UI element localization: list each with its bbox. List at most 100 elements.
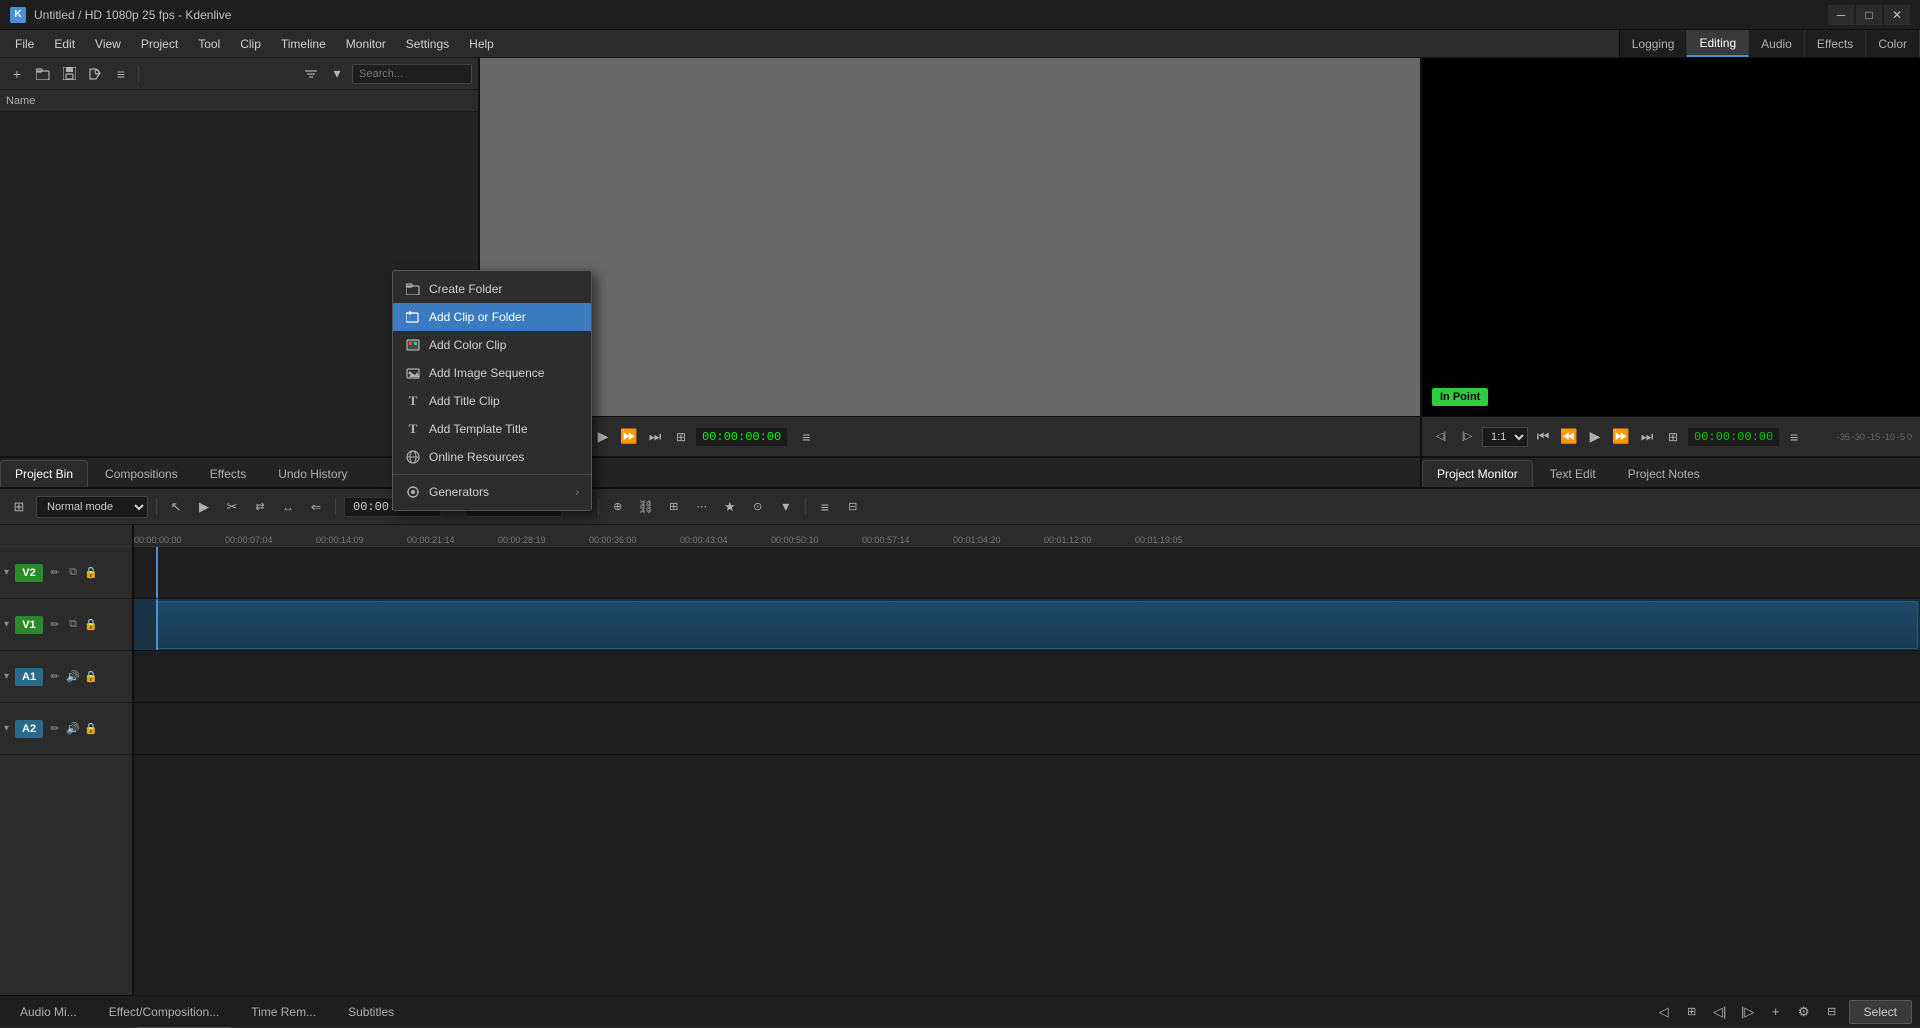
tab-time-remap[interactable]: Time Rem... xyxy=(239,1001,328,1023)
add-clip-button[interactable]: + xyxy=(6,63,28,85)
pm-out-btn[interactable]: |▷ xyxy=(1456,426,1478,448)
tl-select-btn[interactable]: ↖ xyxy=(165,496,187,518)
mode-select[interactable]: Normal mode Overwrite mode Insert mode xyxy=(36,496,148,518)
search-input[interactable] xyxy=(352,64,472,84)
maximize-button[interactable]: □ xyxy=(1856,5,1882,25)
bottom-btn-1[interactable]: ◁ xyxy=(1653,1001,1675,1023)
workspace-audio[interactable]: Audio xyxy=(1749,30,1805,57)
tab-text-edit[interactable]: Text Edit xyxy=(1535,460,1611,487)
a1-lock-btn[interactable]: 🔒 xyxy=(83,669,99,685)
pm-prev-btn[interactable]: ⏮ xyxy=(1532,426,1554,448)
pm-play-btn[interactable]: ▶ xyxy=(1584,426,1606,448)
tl-link-btn[interactable]: ⛓ xyxy=(635,496,657,518)
v1-lock-btn[interactable]: 🔒 xyxy=(83,617,99,633)
a2-lock-btn[interactable]: 🔒 xyxy=(83,721,99,737)
tl-split-btn[interactable]: ⇄ xyxy=(249,496,271,518)
tl-subtitle-btn[interactable]: ⊟ xyxy=(842,496,864,518)
tag-button[interactable] xyxy=(84,63,106,85)
menu-add-title-clip[interactable]: T Add Title Clip xyxy=(393,387,591,415)
v1-clip[interactable] xyxy=(156,601,1918,649)
zoom-select[interactable]: 1:1 1:2 2:1 Fit xyxy=(1482,427,1528,447)
tl-fav-btn[interactable]: ★ xyxy=(719,496,741,518)
close-button[interactable]: ✕ xyxy=(1884,5,1910,25)
menu-add-template-title[interactable]: T Add Template Title xyxy=(393,415,591,443)
menu-add-image-sequence[interactable]: Add Image Sequence xyxy=(393,359,591,387)
workspace-color[interactable]: Color xyxy=(1866,30,1920,57)
tab-effect-composition[interactable]: Effect/Composition... xyxy=(97,1001,232,1023)
open-folder-button[interactable] xyxy=(32,63,54,85)
monitor-next-btn[interactable]: ⏭ xyxy=(644,426,666,448)
tab-project-monitor[interactable]: Project Monitor xyxy=(1422,460,1533,487)
tl-settings-btn[interactable]: ≡ xyxy=(814,496,836,518)
tl-clip-mode-btn[interactable]: ⊞ xyxy=(8,496,30,518)
v1-pencil-btn[interactable]: ✏ xyxy=(47,617,63,633)
tl-cut-btn[interactable]: ✂ xyxy=(221,496,243,518)
workspace-logging[interactable]: Logging xyxy=(1620,30,1688,57)
menu-file[interactable]: File xyxy=(5,33,44,55)
pm-fullscreen-btn[interactable]: ⊞ xyxy=(1662,426,1684,448)
v2-copy-btn[interactable]: ⧉ xyxy=(65,565,81,581)
a2-pencil-btn[interactable]: ✏ xyxy=(47,721,63,737)
pm-fwd-btn[interactable]: ⏩ xyxy=(1610,426,1632,448)
v2-lock-btn[interactable]: 🔒 xyxy=(83,565,99,581)
bottom-btn-7[interactable]: ⊟ xyxy=(1821,1001,1843,1023)
menu-help[interactable]: Help xyxy=(459,33,504,55)
pm-in-btn[interactable]: ◁| xyxy=(1430,426,1452,448)
menu-tool[interactable]: Tool xyxy=(188,33,230,55)
tl-play-btn[interactable]: ▶ xyxy=(193,496,215,518)
menu-add-clip-folder[interactable]: Add Clip or Folder xyxy=(393,303,591,331)
bottom-btn-2[interactable]: ⊞ xyxy=(1681,1001,1703,1023)
menu-add-color-clip[interactable]: Add Color Clip xyxy=(393,331,591,359)
monitor-fwd-btn[interactable]: ⏩ xyxy=(618,426,640,448)
tab-project-bin[interactable]: Project Bin xyxy=(0,460,88,487)
menu-timeline[interactable]: Timeline xyxy=(271,33,336,55)
v1-copy-btn[interactable]: ⧉ xyxy=(65,617,81,633)
v2-pencil-btn[interactable]: ✏ xyxy=(47,565,63,581)
timeline-tracks[interactable]: 00:00:00:00 00:00:07:04 00:00:14:09 00:0… xyxy=(134,525,1920,1019)
filter-arrow-button[interactable]: ▾ xyxy=(326,63,348,85)
menu-clip[interactable]: Clip xyxy=(230,33,271,55)
project-bin-content[interactable]: Create Folder Add Clip or Folder Add Col… xyxy=(0,112,478,456)
tl-spacer-btn[interactable]: ⇐ xyxy=(305,496,327,518)
bottom-btn-5[interactable]: + xyxy=(1765,1001,1787,1023)
workspace-editing[interactable]: Editing xyxy=(1687,30,1749,57)
a2-collapse-arrow[interactable]: ▾ xyxy=(4,723,9,734)
v1-collapse-arrow[interactable]: ▾ xyxy=(4,619,9,630)
save-project-button[interactable] xyxy=(58,63,80,85)
a2-audio-btn[interactable]: 🔊 xyxy=(65,721,81,737)
tl-resize-btn[interactable]: ↔ xyxy=(277,496,299,518)
menu-online-resources[interactable]: Online Resources xyxy=(393,443,591,471)
tab-subtitles[interactable]: Subtitles xyxy=(336,1001,406,1023)
monitor-settings-btn[interactable]: ≡ xyxy=(795,426,817,448)
tab-effects[interactable]: Effects xyxy=(195,460,261,487)
tab-audio-mixer[interactable]: Audio Mi... xyxy=(8,1001,89,1023)
menu-settings[interactable]: Settings xyxy=(396,33,459,55)
menu-generators[interactable]: Generators › xyxy=(393,478,591,506)
bottom-btn-4[interactable]: |▷ xyxy=(1737,1001,1759,1023)
menu-create-folder[interactable]: Create Folder xyxy=(393,275,591,303)
list-view-button[interactable]: ≡ xyxy=(110,63,132,85)
monitor-play-btn[interactable]: ▶ xyxy=(592,426,614,448)
pm-rewind-btn[interactable]: ⏪ xyxy=(1558,426,1580,448)
pm-next-btn[interactable]: ⏭ xyxy=(1636,426,1658,448)
menu-monitor[interactable]: Monitor xyxy=(336,33,396,55)
a1-pencil-btn[interactable]: ✏ xyxy=(47,669,63,685)
a1-collapse-arrow[interactable]: ▾ xyxy=(4,671,9,682)
a1-audio-btn[interactable]: 🔊 xyxy=(65,669,81,685)
tab-project-notes[interactable]: Project Notes xyxy=(1613,460,1715,487)
pm-settings-btn[interactable]: ≡ xyxy=(1783,426,1805,448)
menu-edit[interactable]: Edit xyxy=(44,33,85,55)
tab-compositions[interactable]: Compositions xyxy=(90,460,193,487)
v2-collapse-arrow[interactable]: ▾ xyxy=(4,567,9,578)
select-button[interactable]: Select xyxy=(1849,1000,1912,1024)
tl-marker-btn[interactable]: ▾ xyxy=(775,496,797,518)
tl-snap-btn[interactable]: ⊕ xyxy=(607,496,629,518)
tl-split-audio-btn[interactable]: ⋯ xyxy=(691,496,713,518)
filter-button[interactable] xyxy=(300,63,322,85)
menu-project[interactable]: Project xyxy=(131,33,188,55)
bottom-btn-3[interactable]: ◁| xyxy=(1709,1001,1731,1023)
menu-view[interactable]: View xyxy=(85,33,131,55)
bottom-btn-6[interactable]: ⚙ xyxy=(1793,1001,1815,1023)
tl-group-btn[interactable]: ⊞ xyxy=(663,496,685,518)
minimize-button[interactable]: ─ xyxy=(1828,5,1854,25)
